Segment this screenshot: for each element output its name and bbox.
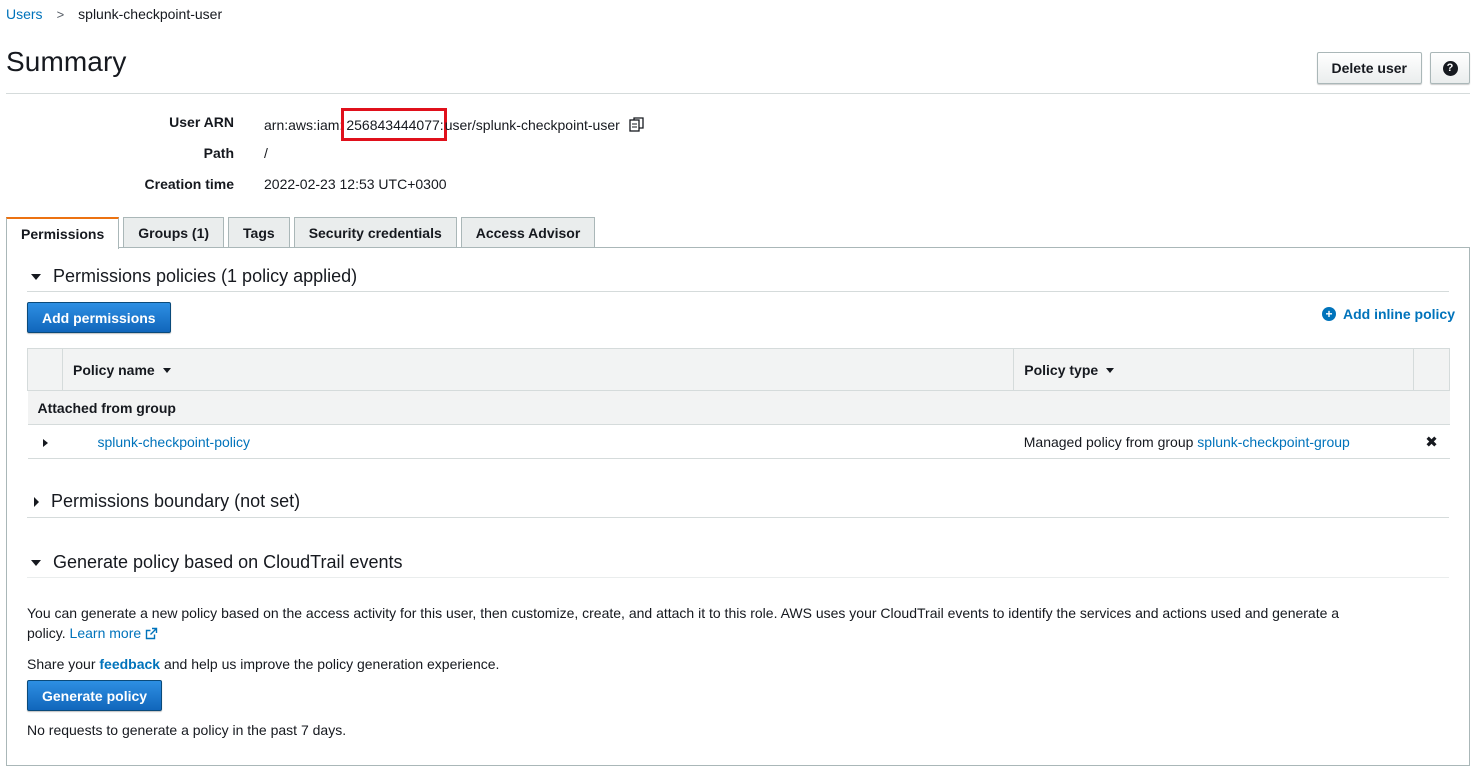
feedback-link[interactable]: feedback — [99, 656, 160, 672]
group-label: Attached from group — [27, 390, 1450, 425]
expand-caret-icon — [42, 438, 48, 447]
collapse-caret-icon — [31, 273, 41, 280]
tab-permissions[interactable]: Permissions — [6, 217, 120, 249]
breadcrumb-separator-icon: > — [56, 6, 65, 22]
policy-type-cell: Managed policy from group splunk-checkpo… — [1013, 424, 1414, 459]
permissions-panel: Permissions policies (1 policy applied) … — [6, 247, 1470, 766]
arn-label: User ARN — [169, 114, 234, 130]
feedback-suffix: and help us improve the policy generatio… — [160, 656, 500, 672]
breadcrumb-current: splunk-checkpoint-user — [78, 6, 223, 22]
tab-security-credentials[interactable]: Security credentials — [293, 217, 457, 248]
arn-row: User ARN arn:aws:iam: 256843444077: user… — [0, 108, 646, 145]
expand-caret-icon — [34, 496, 39, 507]
table-row: splunk-checkpoint-policy Managed policy … — [27, 424, 1450, 459]
generate-policy-title: Generate policy based on CloudTrail even… — [53, 552, 403, 572]
creation-value: 2022-02-23 12:53 UTC+0300 — [264, 176, 447, 192]
policies-table: Policy name Policy type Attached from gr… — [27, 348, 1451, 459]
creation-label: Creation time — [144, 176, 234, 192]
tab-tags[interactable]: Tags — [228, 217, 290, 248]
copy-icon[interactable] — [628, 116, 646, 134]
permissions-policies-header[interactable]: Permissions policies (1 policy applied) — [27, 262, 1449, 292]
policy-type-prefix: Managed policy from group — [1023, 433, 1198, 450]
plus-circle-icon: + — [1321, 307, 1336, 321]
arn-value: arn:aws:iam: 256843444077: user/splunk-c… — [264, 108, 646, 141]
policy-type-column-header[interactable]: Policy type — [1013, 348, 1414, 391]
learn-more-link[interactable]: Learn more — [70, 625, 159, 641]
generate-policy-header[interactable]: Generate policy based on CloudTrail even… — [27, 548, 1449, 578]
feedback-prefix: Share your — [27, 656, 100, 672]
add-permissions-button[interactable]: Add permissions — [27, 302, 171, 333]
generate-policy-button[interactable]: Generate policy — [27, 680, 163, 711]
help-icon: ? — [1442, 60, 1458, 76]
policy-name-cell: splunk-checkpoint-policy — [62, 424, 1014, 459]
policy-name-link[interactable]: splunk-checkpoint-policy — [97, 434, 250, 450]
permissions-policies-title: Permissions policies (1 policy applied) — [53, 266, 358, 286]
arn-suffix: user/splunk-checkpoint-user — [444, 116, 620, 133]
policy-type-header-label: Policy type — [1024, 361, 1099, 378]
tab-groups[interactable]: Groups (1) — [123, 217, 225, 248]
remove-policy-icon[interactable]: ✖ — [1425, 434, 1438, 451]
collapse-caret-icon — [31, 559, 41, 566]
actions-column-header — [1412, 348, 1451, 391]
header-actions: Delete user ? — [1316, 52, 1470, 84]
learn-more-label: Learn more — [69, 625, 142, 641]
policy-group-link[interactable]: splunk-checkpoint-group — [1197, 434, 1350, 450]
header-divider — [6, 93, 1470, 94]
tab-access-advisor[interactable]: Access Advisor — [460, 217, 596, 248]
sort-caret-icon — [162, 368, 171, 374]
path-row: Path / — [0, 145, 646, 176]
expand-column-header — [27, 348, 63, 391]
feedback-line: Share your feedback and help us improve … — [27, 654, 499, 674]
expand-cell[interactable] — [27, 424, 63, 459]
remove-cell: ✖ — [1413, 424, 1450, 459]
path-value: / — [264, 145, 268, 161]
breadcrumb-users-link[interactable]: Users — [6, 6, 43, 22]
delete-user-button[interactable]: Delete user — [1316, 52, 1422, 84]
tab-bar: Permissions Groups (1) Tags Security cre… — [6, 217, 596, 249]
generate-description-text: You can generate a new policy based on t… — [27, 605, 1340, 641]
add-inline-policy-label: Add inline policy — [1342, 306, 1455, 322]
permissions-boundary-title: Permissions boundary (not set) — [51, 491, 301, 511]
creation-row: Creation time 2022-02-23 12:53 UTC+0300 — [0, 176, 646, 207]
page-title: Summary — [6, 46, 127, 77]
permissions-boundary-header[interactable]: Permissions boundary (not set) — [27, 486, 1449, 518]
add-inline-policy-link[interactable]: + Add inline policy — [1321, 306, 1455, 322]
arn-account-highlight: 256843444077: — [341, 108, 447, 141]
group-row: Attached from group — [27, 390, 1450, 425]
summary-details: User ARN arn:aws:iam: 256843444077: user… — [0, 108, 646, 207]
breadcrumb: Users > splunk-checkpoint-user — [6, 6, 222, 22]
external-link-icon — [145, 625, 158, 645]
policy-name-header-label: Policy name — [72, 361, 155, 378]
generate-description: You can generate a new policy based on t… — [27, 603, 1357, 645]
generate-status: No requests to generate a policy in the … — [27, 722, 347, 738]
sort-caret-icon — [1106, 368, 1115, 374]
path-label: Path — [203, 145, 234, 161]
arn-account: 256843444077: — [346, 116, 444, 133]
arn-prefix: arn:aws:iam: — [264, 116, 344, 133]
help-button[interactable]: ? — [1430, 52, 1470, 84]
policy-name-column-header[interactable]: Policy name — [61, 348, 1015, 391]
